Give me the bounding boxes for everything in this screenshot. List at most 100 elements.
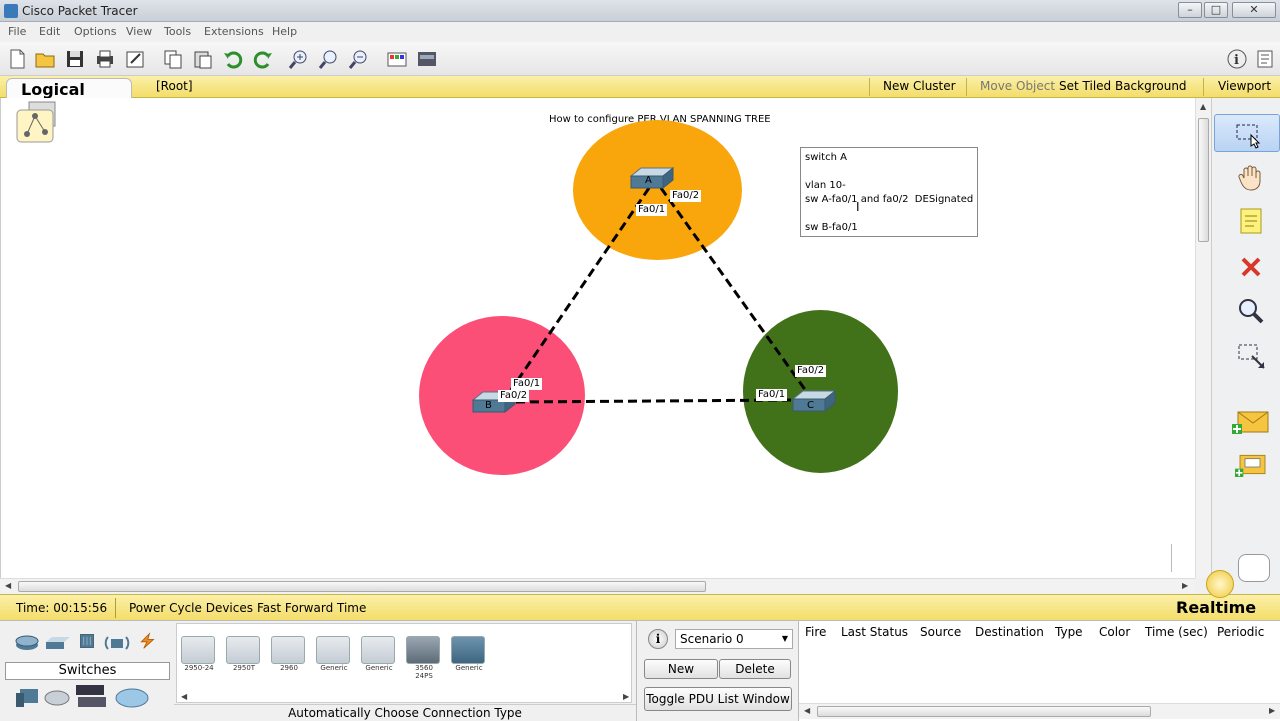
add-complex-pdu-icon[interactable]	[1230, 452, 1270, 482]
zoom-out-icon[interactable]	[348, 48, 370, 70]
scenario-select[interactable]: Scenario 0 ▼	[675, 629, 793, 649]
device-2950-24[interactable]: 2950-24	[181, 636, 217, 676]
col-periodic[interactable]: Periodic	[1217, 625, 1264, 639]
paste-icon[interactable]	[192, 48, 214, 70]
switch-c-label: C	[807, 400, 814, 411]
col-destination[interactable]: Destination	[975, 625, 1044, 639]
fast-forward-time-button[interactable]: Fast Forward Time	[257, 601, 366, 615]
port-label-a-fa01: Fa0/1	[636, 204, 668, 216]
custom-devices-category-icon[interactable]	[74, 683, 110, 713]
device-3560-24ps[interactable]: 3560 24PS	[406, 636, 442, 680]
resize-shape-icon[interactable]	[1236, 342, 1266, 372]
canvas-divider	[1171, 544, 1172, 572]
col-source[interactable]: Source	[920, 625, 961, 639]
canvas-horizontal-scrollbar[interactable]: ◀ ▶	[0, 578, 1195, 594]
col-color[interactable]: Color	[1099, 625, 1130, 639]
simulation-toggle-icon[interactable]	[1238, 554, 1270, 582]
menu-edit[interactable]: Edit	[39, 25, 60, 38]
device-generic-bridge[interactable]: Generic	[451, 636, 487, 676]
wan-emulation-category-icon[interactable]	[44, 689, 70, 707]
menu-options[interactable]: Options	[74, 25, 116, 38]
device-label: Generic	[455, 664, 483, 672]
col-time[interactable]: Time (sec)	[1145, 625, 1208, 639]
device-2950t[interactable]: 2950T	[226, 636, 262, 676]
drawing-palette-icon[interactable]	[386, 48, 408, 70]
link-b-c[interactable]	[515, 398, 794, 404]
root-breadcrumb[interactable]: [Root]	[156, 79, 193, 93]
device-scroll-left[interactable]: ◀	[181, 692, 187, 701]
device-scroll-right[interactable]: ▶	[623, 692, 629, 701]
text-note-switch-a[interactable]: switch A vlan 10- sw A-fa0/1 and fa0/2 D…	[800, 147, 978, 237]
undo-icon[interactable]	[222, 48, 244, 70]
switch-a-icon[interactable]	[629, 166, 675, 192]
minimize-button[interactable]: –	[1178, 2, 1202, 18]
viewport-button[interactable]: Viewport	[1218, 79, 1271, 93]
note-line	[805, 207, 973, 221]
link-a-b[interactable]	[509, 187, 651, 391]
move-object-button[interactable]: Move Object	[980, 79, 1055, 93]
redo-icon[interactable]	[252, 48, 274, 70]
hubs-category-icon[interactable]	[74, 632, 100, 650]
place-note-icon[interactable]	[1236, 206, 1266, 236]
multiuser-connection-category-icon[interactable]	[114, 687, 150, 709]
menu-extensions[interactable]: Extensions	[204, 25, 264, 38]
save-icon[interactable]	[64, 48, 86, 70]
col-fire[interactable]: Fire	[805, 625, 826, 639]
menu-tools[interactable]: Tools	[164, 25, 191, 38]
copy-icon[interactable]	[162, 48, 184, 70]
title-bar: Cisco Packet Tracer – □ ✕	[0, 0, 1280, 22]
device-generic-switch-2[interactable]: Generic	[361, 636, 397, 676]
pdu-scroll-thumb[interactable]	[817, 706, 1151, 717]
zoom-reset-icon[interactable]	[318, 48, 340, 70]
routers-category-icon[interactable]	[14, 634, 40, 652]
menu-help[interactable]: Help	[272, 25, 297, 38]
help-icon[interactable]: i	[1226, 48, 1248, 70]
move-layout-hand-icon[interactable]	[1236, 162, 1266, 192]
new-file-icon[interactable]	[6, 48, 28, 70]
switches-category-icon[interactable]	[44, 634, 70, 652]
chevron-down-icon: ▼	[781, 634, 788, 643]
realtime-mode-label[interactable]: Realtime	[1176, 598, 1256, 617]
inspect-magnifier-icon[interactable]	[1236, 296, 1266, 326]
pdu-horizontal-scrollbar[interactable]: ◀ ▶	[799, 703, 1280, 719]
print-icon[interactable]	[94, 48, 116, 70]
device-generic-switch-1[interactable]: Generic	[316, 636, 352, 676]
app-icon	[4, 4, 18, 18]
menu-file[interactable]: File	[8, 25, 26, 38]
canvas-vertical-scrollbar[interactable]: ▲	[1195, 98, 1211, 578]
custom-device-icon[interactable]	[416, 48, 438, 70]
wireless-category-icon[interactable]	[104, 634, 130, 652]
col-last-status[interactable]: Last Status	[841, 625, 908, 639]
delete-scenario-button[interactable]: Delete	[719, 659, 791, 679]
set-tiled-background-button[interactable]: Set Tiled Background	[1059, 79, 1187, 93]
new-cluster-button[interactable]: New Cluster	[883, 79, 956, 93]
maximize-button[interactable]: □	[1204, 2, 1228, 18]
menu-view[interactable]: View	[126, 25, 152, 38]
vertical-scroll-thumb[interactable]	[1198, 118, 1209, 242]
add-simple-pdu-icon[interactable]	[1230, 408, 1270, 438]
new-scenario-button[interactable]: New	[644, 659, 718, 679]
activity-wizard-icon[interactable]	[124, 48, 146, 70]
zoom-in-icon[interactable]	[288, 48, 310, 70]
select-tool-button[interactable]	[1214, 114, 1280, 152]
logical-canvas[interactable]: How to configure PER VLAN SPANNING TREE …	[0, 98, 1195, 578]
delete-icon[interactable]	[1236, 252, 1266, 282]
device-label: 2950-24	[184, 664, 214, 672]
realtime-clock-icon[interactable]	[1206, 570, 1234, 598]
port-label-c-fa01: Fa0/1	[756, 389, 788, 401]
link-a-c[interactable]	[659, 187, 808, 392]
port-label-b-fa01: Fa0/1	[511, 378, 543, 390]
device-2960[interactable]: 2960	[271, 636, 307, 676]
col-type[interactable]: Type	[1055, 625, 1083, 639]
switch-c-icon[interactable]	[791, 389, 837, 415]
open-folder-icon[interactable]	[34, 48, 56, 70]
end-devices-category-icon[interactable]	[14, 687, 40, 709]
scenario-info-icon[interactable]: i	[648, 629, 668, 649]
network-info-icon[interactable]	[1254, 48, 1276, 70]
logical-tab[interactable]: Logical	[6, 78, 132, 100]
toggle-pdu-list-button[interactable]: Toggle PDU List Window	[644, 687, 792, 711]
close-button[interactable]: ✕	[1232, 2, 1276, 18]
horizontal-scroll-thumb[interactable]	[18, 581, 706, 592]
connections-category-icon[interactable]	[134, 632, 160, 650]
power-cycle-devices-button[interactable]: Power Cycle Devices	[129, 601, 253, 615]
